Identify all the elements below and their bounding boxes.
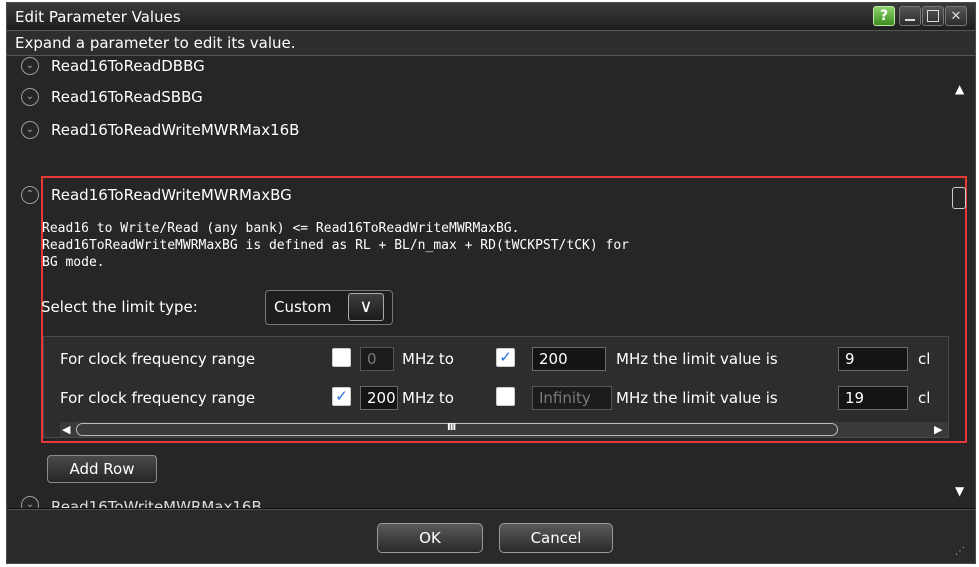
scrollbar-thumb[interactable]: III [76,422,838,436]
vertical-scrollbar[interactable]: ▲ ▼ [951,56,973,508]
mhz-to-label: MHz to [402,389,454,407]
parameter-label: Read16ToReadDBBG [51,57,205,75]
from-frequency-field[interactable]: 200 [360,386,398,410]
parameter-item[interactable]: ⌄ Read16ToReadWriteMWRMax16B [21,117,299,143]
parameter-label: Read16ToReadSBBG [51,88,203,106]
range-prefix: For clock frequency range [60,389,256,407]
minimize-button[interactable] [899,6,921,26]
scroll-right-icon[interactable]: ▶ [934,423,942,436]
dialog-title: Edit Parameter Values [15,8,181,26]
parameter-item[interactable]: ⌄ Read16ToReadDBBG [21,56,205,79]
parameter-item-expanded[interactable]: ⌃ Read16ToReadWriteMWRMaxBG [21,182,292,208]
close-button[interactable] [945,6,967,26]
parameter-list: ⌄ Read16ToReadDBBG ⌄ Read16ToReadSBBG ⌄ … [7,56,975,508]
limit-type-value: Custom [274,298,332,316]
title-bar[interactable]: Edit Parameter Values ? [7,3,975,30]
limit-value-label: MHz the limit value is [616,350,778,368]
from-checkbox[interactable] [332,348,351,367]
parameter-label: Read16ToReadWriteMWRMax16B [51,121,300,139]
expand-icon[interactable]: ⌄ [21,57,39,75]
description-line: Read16 to Write/Read (any bank) <= Read1… [42,221,520,236]
parameter-label: Read16ToReadWriteMWRMaxBG [51,186,292,204]
scroll-down-icon[interactable]: ▼ [955,484,964,498]
edit-parameter-values-dialog: Edit Parameter Values ? Expand a paramet… [6,2,976,564]
limit-value-label: MHz the limit value is [616,389,778,407]
frequency-range-panel: For clock frequency range 0 MHz to ✓ 200… [43,336,949,438]
grip-icon: III [447,422,456,433]
chevron-down-icon[interactable]: ∨ [348,293,384,321]
mhz-to-label: MHz to [402,350,454,368]
horizontal-scrollbar[interactable]: ◀ III ▶ [60,422,948,437]
cancel-button[interactable]: Cancel [499,523,613,553]
description-line: BG mode. [42,255,105,270]
maximize-button[interactable] [922,6,944,26]
resize-grip-icon[interactable]: ⋰ [955,546,965,557]
limit-type-select[interactable]: Custom ∨ [265,290,393,325]
limit-value-field[interactable]: 19 [838,386,908,410]
limit-type-label: Select the limit type: [41,298,198,316]
instruction-text: Expand a parameter to edit its value. [15,34,296,52]
parameter-label: Read16ToWriteMWRMax16B [51,498,262,508]
to-checkbox[interactable]: ✓ [496,348,515,367]
ok-button[interactable]: OK [377,523,483,553]
to-frequency-field[interactable]: 200 [532,347,606,371]
to-checkbox[interactable] [496,387,515,406]
expand-icon[interactable]: ⌄ [21,121,39,139]
from-frequency-field[interactable]: 0 [360,347,394,371]
from-checkbox[interactable]: ✓ [332,387,351,406]
unit-label: cl [918,350,931,368]
expand-icon[interactable]: ⌄ [21,88,39,106]
instruction-bar: Expand a parameter to edit its value. [7,30,975,56]
help-button[interactable]: ? [873,6,895,26]
range-prefix: For clock frequency range [60,350,256,368]
collapse-icon[interactable]: ⌃ [21,186,39,204]
dialog-footer: OK Cancel ⋰ [7,509,975,563]
scroll-up-icon[interactable]: ▲ [955,82,964,96]
add-row-button[interactable]: Add Row [47,455,157,483]
parameter-item-partial[interactable]: ⌄ Read16ToWriteMWRMax16B [21,496,321,508]
to-frequency-field[interactable]: Infinity [532,386,612,410]
limit-value-field[interactable]: 9 [838,347,908,371]
scroll-left-icon[interactable]: ◀ [62,423,70,436]
description-line: Read16ToReadWriteMWRMaxBG is defined as … [42,238,629,253]
scrollbar-thumb[interactable] [952,187,966,209]
unit-label: cl [918,389,931,407]
expand-icon[interactable]: ⌄ [21,496,39,508]
parameter-item[interactable]: ⌄ Read16ToReadSBBG [21,84,203,110]
